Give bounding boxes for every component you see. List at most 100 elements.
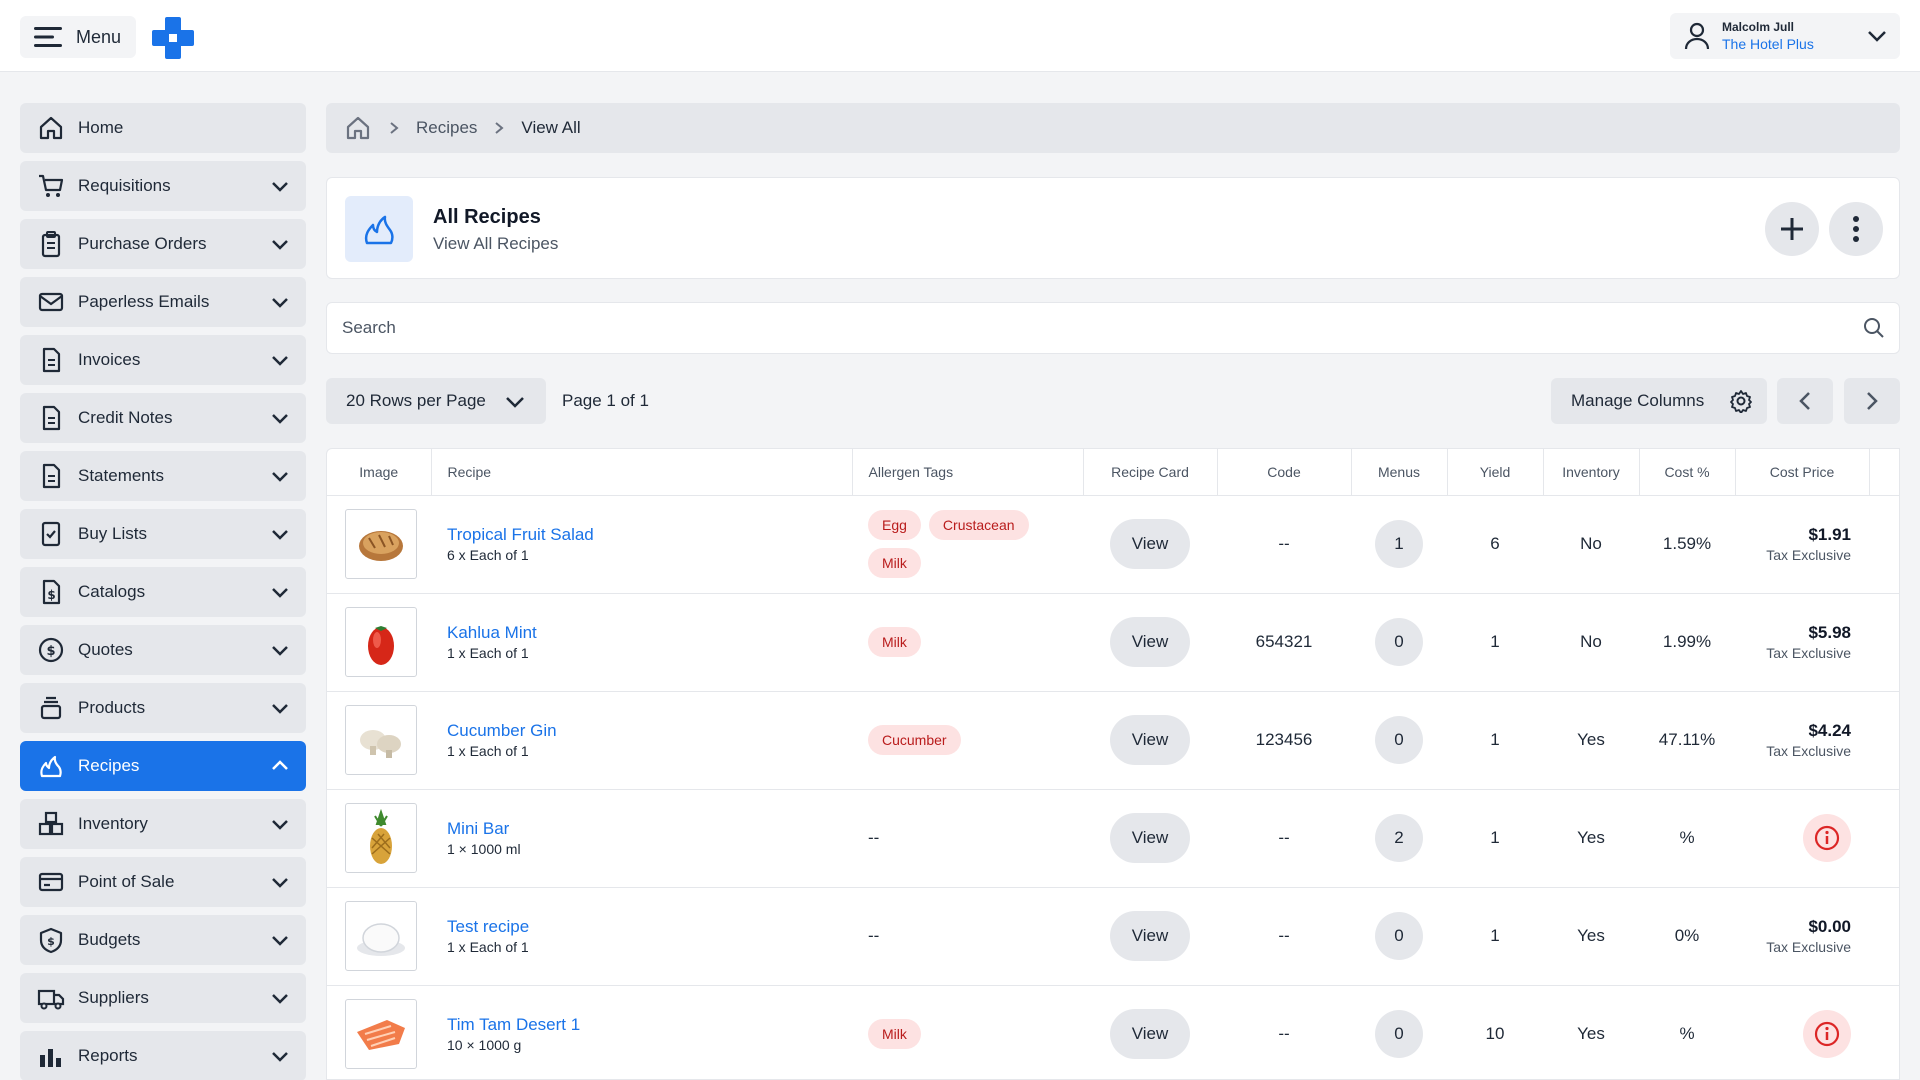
recipe-yield-detail: 1 x Each of 1 bbox=[447, 939, 529, 955]
view-recipe-card-button[interactable]: View bbox=[1110, 617, 1190, 667]
recipe-thumbnail[interactable] bbox=[345, 803, 417, 873]
sidebar-item-home[interactable]: Home bbox=[20, 103, 306, 153]
cost-warning-button[interactable] bbox=[1803, 1010, 1851, 1058]
cost-price-cell bbox=[1735, 789, 1869, 888]
recipe-name-link[interactable]: Cucumber Gin bbox=[447, 720, 852, 742]
column-header-s[interactable]: S bbox=[1869, 449, 1899, 496]
sidebar-item-credit-notes[interactable]: Credit Notes bbox=[20, 393, 306, 443]
sidebar-item-buy-lists[interactable]: Buy Lists bbox=[20, 509, 306, 559]
sidebar-item-products[interactable]: Products bbox=[20, 683, 306, 733]
column-header-yield[interactable]: Yield bbox=[1447, 449, 1544, 496]
inventory-cell: No bbox=[1543, 593, 1639, 692]
sidebar-item-point-of-sale[interactable]: Point of Sale bbox=[20, 857, 306, 907]
menus-count-badge[interactable]: 0 bbox=[1375, 618, 1423, 666]
column-header-recipe-card[interactable]: Recipe Card bbox=[1083, 449, 1218, 496]
view-recipe-card-button[interactable]: View bbox=[1110, 715, 1190, 765]
column-header-recipe[interactable]: Recipe bbox=[431, 449, 853, 496]
chevron-down-icon bbox=[1868, 31, 1886, 42]
table-row[interactable]: Tropical Fruit Salad 6 x Each of 1 Egg Cru… bbox=[327, 495, 1899, 594]
inventory-cell: Yes bbox=[1543, 985, 1639, 1079]
table-row[interactable]: Test recipe 1 x Each of 1 -- View -- 0 1 … bbox=[327, 887, 1899, 986]
checklist-icon bbox=[36, 519, 66, 549]
sidebar-item-recipes[interactable]: Recipes bbox=[20, 741, 306, 791]
more-options-button[interactable] bbox=[1829, 202, 1883, 256]
menus-count-badge[interactable]: 0 bbox=[1375, 912, 1423, 960]
sidebar-item-label: Credit Notes bbox=[78, 408, 173, 427]
column-header-allergen-tags[interactable]: Allergen Tags bbox=[852, 449, 1084, 496]
column-header-inventory[interactable]: Inventory bbox=[1543, 449, 1640, 496]
sidebar-item-invoices[interactable]: Invoices bbox=[20, 335, 306, 385]
rows-per-page-select[interactable]: 20 Rows per Page bbox=[326, 378, 546, 424]
recipe-name-link[interactable]: Kahlua Mint bbox=[447, 622, 852, 644]
cost-warning-button[interactable] bbox=[1803, 814, 1851, 862]
table-row[interactable]: Tim Tam Desert 1 10 × 1000 g Milk View --… bbox=[327, 985, 1899, 1079]
recipe-name-link[interactable]: Test recipe bbox=[447, 916, 852, 938]
search-input[interactable] bbox=[327, 303, 1827, 353]
table-row[interactable]: Mini Bar 1 × 1000 ml -- View -- 2 1 Yes % bbox=[327, 789, 1899, 888]
menus-cell: 0 bbox=[1351, 985, 1447, 1079]
column-header-cost[interactable]: Cost % bbox=[1639, 449, 1736, 496]
column-header-menus[interactable]: Menus bbox=[1351, 449, 1448, 496]
recipe-thumbnail[interactable] bbox=[345, 509, 417, 579]
recipe-thumbnail[interactable] bbox=[345, 999, 417, 1069]
sidebar-item-paperless-emails[interactable]: Paperless Emails bbox=[20, 277, 306, 327]
search-icon[interactable] bbox=[1863, 317, 1885, 339]
user-organization[interactable]: The Hotel Plus bbox=[1722, 35, 1814, 53]
sidebar-item-quotes[interactable]: $ Quotes bbox=[20, 625, 306, 675]
no-allergens: -- bbox=[868, 828, 880, 847]
breadcrumb-recipes[interactable]: Recipes bbox=[416, 118, 477, 138]
hamburger-icon bbox=[34, 27, 62, 47]
home-icon[interactable] bbox=[344, 114, 372, 142]
view-recipe-card-button[interactable]: View bbox=[1110, 911, 1190, 961]
chevron-down-icon bbox=[272, 1052, 288, 1062]
bread-icon bbox=[359, 531, 403, 561]
cost-price-cell: $4.24 Tax Exclusive bbox=[1735, 691, 1869, 790]
sidebar-item-purchase-orders[interactable]: Purchase Orders bbox=[20, 219, 306, 269]
previous-page-button[interactable] bbox=[1777, 378, 1833, 424]
recipe-yield-detail: 1 x Each of 1 bbox=[447, 645, 529, 661]
next-page-button[interactable] bbox=[1844, 378, 1900, 424]
sidebar-item-label: Reports bbox=[78, 1046, 138, 1065]
view-recipe-card-button[interactable]: View bbox=[1110, 1009, 1190, 1059]
manage-columns-button[interactable]: Manage Columns bbox=[1551, 378, 1767, 424]
recipe-thumbnail[interactable] bbox=[345, 705, 417, 775]
view-recipe-card-button[interactable]: View bbox=[1110, 519, 1190, 569]
chevron-up-icon bbox=[272, 760, 288, 770]
sidebar-item-label: Inventory bbox=[78, 814, 148, 833]
chevron-left-icon bbox=[1799, 392, 1810, 410]
sidebar-item-inventory[interactable]: Inventory bbox=[20, 799, 306, 849]
sidebar-item-statements[interactable]: Statements bbox=[20, 451, 306, 501]
column-header-code[interactable]: Code bbox=[1217, 449, 1352, 496]
column-header-image[interactable]: Image bbox=[327, 449, 432, 496]
tomato-icon bbox=[368, 626, 394, 665]
cost-percent-cell: 1.59% bbox=[1639, 495, 1735, 594]
sidebar-item-budgets[interactable]: $ Budgets bbox=[20, 915, 306, 965]
sidebar-item-reports[interactable]: Reports bbox=[20, 1031, 306, 1080]
salmon-icon bbox=[357, 1020, 405, 1050]
menu-button[interactable]: Menu bbox=[20, 16, 136, 58]
recipe-thumbnail[interactable] bbox=[345, 901, 417, 971]
menus-count-badge[interactable]: 1 bbox=[1375, 520, 1423, 568]
recipe-thumbnail[interactable] bbox=[345, 607, 417, 677]
document-icon bbox=[36, 403, 66, 433]
sidebar-item-catalogs[interactable]: $ Catalogs bbox=[20, 567, 306, 617]
sidebar-item-label: Budgets bbox=[78, 930, 141, 949]
recipe-name-link[interactable]: Tim Tam Desert 1 bbox=[447, 1014, 852, 1036]
table-row[interactable]: Kahlua Mint 1 x Each of 1 Milk View 65432… bbox=[327, 593, 1899, 692]
chevron-down-icon bbox=[272, 472, 288, 482]
sidebar-item-requisitions[interactable]: Requisitions bbox=[20, 161, 306, 211]
menus-count-badge[interactable]: 2 bbox=[1375, 814, 1423, 862]
recipe-name-link[interactable]: Tropical Fruit Salad bbox=[447, 524, 852, 546]
allergen-tags-cell: Milk bbox=[852, 593, 1083, 692]
column-header-cost-price[interactable]: Cost Price bbox=[1735, 449, 1870, 496]
menus-count-badge[interactable]: 0 bbox=[1375, 1010, 1423, 1058]
add-recipe-button[interactable] bbox=[1765, 202, 1819, 256]
sidebar-item-suppliers[interactable]: Suppliers bbox=[20, 973, 306, 1023]
menus-count-badge[interactable]: 0 bbox=[1375, 716, 1423, 764]
recipe-name-link[interactable]: Mini Bar bbox=[447, 818, 852, 840]
user-icon bbox=[1684, 22, 1710, 50]
table-row[interactable]: Cucumber Gin 1 x Each of 1 Cucumber View … bbox=[327, 691, 1899, 790]
recipe-yield-detail: 6 x Each of 1 bbox=[447, 547, 529, 563]
view-recipe-card-button[interactable]: View bbox=[1110, 813, 1190, 863]
user-menu[interactable]: Malcolm Jull The Hotel Plus bbox=[1670, 13, 1900, 59]
